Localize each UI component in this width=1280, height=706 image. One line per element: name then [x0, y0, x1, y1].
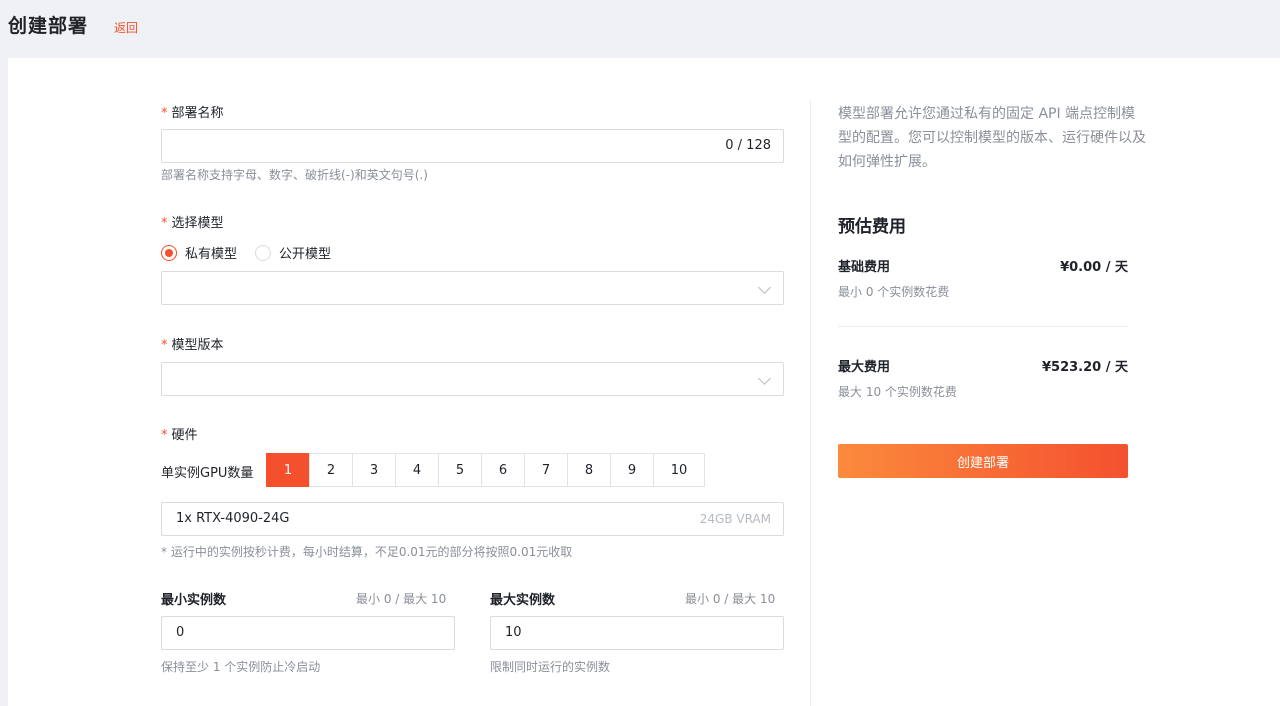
radio-public-model[interactable]: 公开模型: [255, 243, 331, 262]
radio-private-model[interactable]: 私有模型: [161, 243, 237, 262]
version-select[interactable]: [161, 362, 784, 396]
name-hint: 部署名称支持字母、数字、破折线(-)和英文句号(.): [161, 168, 428, 182]
required-mark: *: [161, 106, 168, 121]
gpu-count-option[interactable]: 3: [352, 453, 396, 487]
vram-suffix: 24GB VRAM: [699, 512, 771, 526]
min-instances-input[interactable]: 0: [161, 616, 455, 650]
gpu-count-option[interactable]: 6: [481, 453, 525, 487]
gpu-count-selector: 1 2 3 4 5 6 7 8 9 10: [266, 453, 705, 487]
horizontal-divider: [838, 326, 1128, 327]
max-fee-value: ¥523.20 / 天: [1041, 360, 1128, 375]
max-instances-range: 最小 0 / 最大 10: [685, 592, 776, 606]
chevron-down-icon: [758, 372, 771, 385]
page-title: 创建部署: [8, 15, 89, 37]
vertical-divider: [810, 100, 811, 706]
required-mark: *: [161, 338, 168, 353]
gpu-count-label: 单实例GPU数量: [161, 466, 254, 481]
radio-checked-icon: [161, 244, 177, 261]
base-fee-label: 基础费用: [838, 260, 891, 275]
billing-note: * 运行中的实例按秒计费，每小时结算，不足0.01元的部分将按照0.01元收取: [161, 545, 573, 559]
model-label: * 选择模型: [161, 216, 224, 231]
required-mark: *: [161, 216, 168, 231]
min-instances-value: 0: [176, 625, 185, 640]
model-select[interactable]: [161, 271, 784, 305]
max-instances-hint: 限制同时运行的实例数: [490, 660, 611, 674]
gpu-count-option[interactable]: 9: [610, 453, 654, 487]
gpu-count-option[interactable]: 2: [309, 453, 353, 487]
base-fee-value: ¥0.00 / 天: [1060, 260, 1128, 275]
max-fee-note: 最大 10 个实例数花费: [838, 385, 957, 399]
gpu-model-value: 1x RTX-4090-24G: [176, 511, 290, 526]
gpu-count-option[interactable]: 5: [438, 453, 482, 487]
model-type-radio-group: 私有模型 公开模型: [161, 243, 349, 262]
version-label: * 模型版本: [161, 338, 224, 353]
create-deployment-button[interactable]: 创建部署: [838, 444, 1128, 478]
min-instances-range: 最小 0 / 最大 10: [356, 592, 447, 606]
gpu-model-field[interactable]: 1x RTX-4090-24G 24GB VRAM: [161, 502, 784, 536]
max-instances-label: 最大实例数: [490, 593, 556, 608]
gpu-count-option[interactable]: 7: [524, 453, 568, 487]
deployment-description: 模型部署允许您通过私有的固定 API 端点控制模型的配置。您可以控制模型的版本、…: [838, 106, 1146, 170]
form-card: * 部署名称 0 / 128 部署名称支持字母、数字、破折线(-)和英文句号(.)…: [8, 58, 1280, 706]
hardware-label: * 硬件: [161, 428, 198, 443]
radio-unchecked-icon: [255, 244, 272, 261]
max-instances-value: 10: [505, 625, 522, 640]
max-fee-label: 最大费用: [838, 360, 891, 375]
gpu-count-option[interactable]: 8: [567, 453, 611, 487]
name-label: * 部署名称: [161, 106, 224, 121]
top-bar: 创建部署 返回: [0, 0, 1280, 56]
min-instances-label: 最小实例数: [161, 593, 227, 608]
gpu-count-option[interactable]: 10: [653, 453, 705, 487]
base-fee-note: 最小 0 个实例数花费: [838, 285, 950, 299]
name-char-counter: 0 / 128: [725, 138, 771, 153]
estimate-title: 预估费用: [838, 217, 906, 237]
required-mark: *: [161, 428, 168, 443]
gpu-count-option[interactable]: 4: [395, 453, 439, 487]
name-input[interactable]: 0 / 128: [161, 129, 784, 163]
back-link[interactable]: 返回: [114, 19, 138, 36]
min-instances-hint: 保持至少 1 个实例防止冷启动: [161, 660, 321, 674]
max-instances-input[interactable]: 10: [490, 616, 784, 650]
gpu-count-option[interactable]: 1: [266, 453, 310, 487]
chevron-down-icon: [758, 281, 771, 294]
